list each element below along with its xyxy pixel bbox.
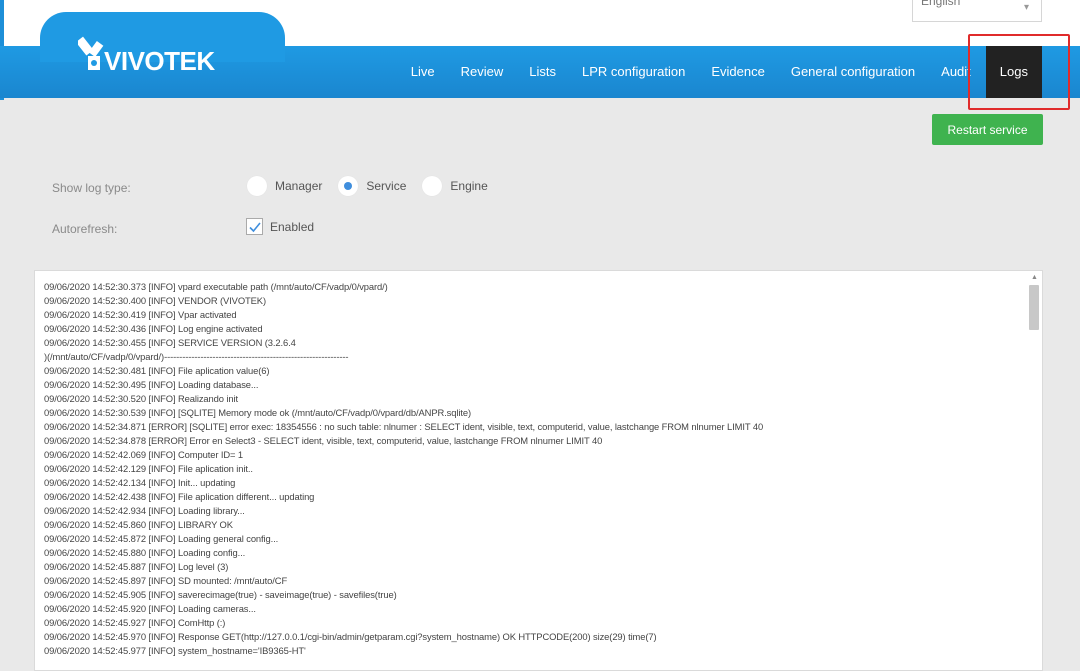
nav-item-general-configuration[interactable]: General configuration (778, 46, 928, 98)
nav-item-lpr-configuration[interactable]: LPR configuration (569, 46, 698, 98)
nav-item-review[interactable]: Review (448, 46, 517, 98)
nav-item-logs[interactable]: Logs (985, 46, 1042, 98)
radio-label-service: Service (366, 179, 407, 193)
log-line: 09/06/2020 14:52:45.872 [INFO] Loading g… (44, 533, 279, 544)
radio-label-engine: Engine (450, 179, 488, 193)
log-line: 09/06/2020 14:52:30.455 [INFO] SERVICE V… (44, 337, 296, 348)
radio-engine[interactable] (422, 176, 443, 196)
restart-service-button[interactable]: Restart service (932, 114, 1043, 145)
radio-label-manager: Manager (275, 179, 323, 193)
log-type-radio-group: Manager Service Engine (247, 176, 504, 196)
language-select[interactable]: English ▾ (912, 0, 1042, 22)
log-line: 09/06/2020 14:52:34.871 [ERROR] [SQLITE]… (44, 421, 764, 432)
log-line: 09/06/2020 14:52:45.977 [INFO] system_ho… (44, 645, 306, 656)
log-lines: 09/06/2020 14:52:30.373 [INFO] vpard exe… (35, 271, 1042, 658)
log-scrollbar[interactable]: ▲ (1027, 271, 1042, 670)
log-line: 09/06/2020 14:52:45.905 [INFO] saverecim… (44, 589, 397, 600)
log-line: )(/mnt/auto/CF/vadp/0/vpard/)-----------… (44, 351, 349, 362)
log-line: 09/06/2020 14:52:30.373 [INFO] vpard exe… (44, 281, 388, 292)
log-line: 09/06/2020 14:52:45.860 [INFO] LIBRARY O… (44, 519, 233, 530)
chevron-down-icon: ▾ (1023, 2, 1029, 13)
log-line: 09/06/2020 14:52:42.069 [INFO] Computer … (44, 449, 244, 460)
log-line: 09/06/2020 14:52:42.134 [INFO] Init... u… (44, 477, 236, 488)
log-line: 09/06/2020 14:52:34.878 [ERROR] Error en… (44, 435, 603, 446)
autorefresh-label: Autorefresh: (52, 222, 118, 236)
vivotek-logo: VIVOTEK (78, 36, 216, 76)
radio-service[interactable] (338, 176, 359, 196)
log-line: 09/06/2020 14:52:30.436 [INFO] Log engin… (44, 323, 263, 334)
nav-item-audit[interactable]: Audit (928, 46, 984, 98)
log-line: 09/06/2020 14:52:45.970 [INFO] Response … (44, 631, 657, 642)
log-output-panel[interactable]: 09/06/2020 14:52:30.373 [INFO] vpard exe… (34, 270, 1043, 671)
radio-manager[interactable] (247, 176, 267, 196)
log-type-label: Show log type: (52, 181, 131, 195)
log-line: 09/06/2020 14:52:42.934 [INFO] Loading l… (44, 505, 245, 516)
log-line: 09/06/2020 14:52:42.129 [INFO] File apli… (44, 463, 253, 474)
log-line: 09/06/2020 14:52:30.400 [INFO] VENDOR (V… (44, 295, 266, 306)
log-line: 09/06/2020 14:52:45.920 [INFO] Loading c… (44, 603, 256, 614)
log-line: 09/06/2020 14:52:45.927 [INFO] ComHttp (… (44, 617, 226, 628)
main-nav: Live Review Lists LPR configuration Evidence… (398, 46, 1042, 98)
log-line: 09/06/2020 14:52:30.539 [INFO] [SQLITE] … (44, 407, 471, 418)
nav-item-lists[interactable]: Lists (516, 46, 569, 98)
nav-item-evidence[interactable]: Evidence (698, 46, 777, 98)
log-line: 09/06/2020 14:52:30.520 [INFO] Realizand… (44, 393, 238, 404)
log-line: 09/06/2020 14:52:30.495 [INFO] Loading d… (44, 379, 259, 390)
autorefresh-toggle[interactable]: Enabled (246, 218, 314, 235)
autorefresh-checkbox[interactable] (246, 218, 263, 235)
log-line: 09/06/2020 14:52:45.880 [INFO] Loading c… (44, 547, 246, 558)
log-line: 09/06/2020 14:52:30.419 [INFO] Vpar acti… (44, 309, 237, 320)
scroll-up-icon[interactable]: ▲ (1031, 274, 1038, 281)
log-line: 09/06/2020 14:52:45.897 [INFO] SD mounte… (44, 575, 288, 586)
log-line: 09/06/2020 14:52:42.438 [INFO] File apli… (44, 491, 315, 502)
nav-item-live[interactable]: Live (398, 46, 448, 98)
language-value: English (921, 0, 961, 8)
log-line: 09/06/2020 14:52:45.887 [INFO] Log level… (44, 561, 229, 572)
checkmark-icon (249, 222, 261, 233)
log-line: 09/06/2020 14:52:30.481 [INFO] File apli… (44, 365, 270, 376)
scroll-thumb[interactable] (1029, 285, 1039, 330)
autorefresh-enabled-label: Enabled (270, 219, 315, 234)
logo-text: VIVOTEK (104, 46, 215, 76)
